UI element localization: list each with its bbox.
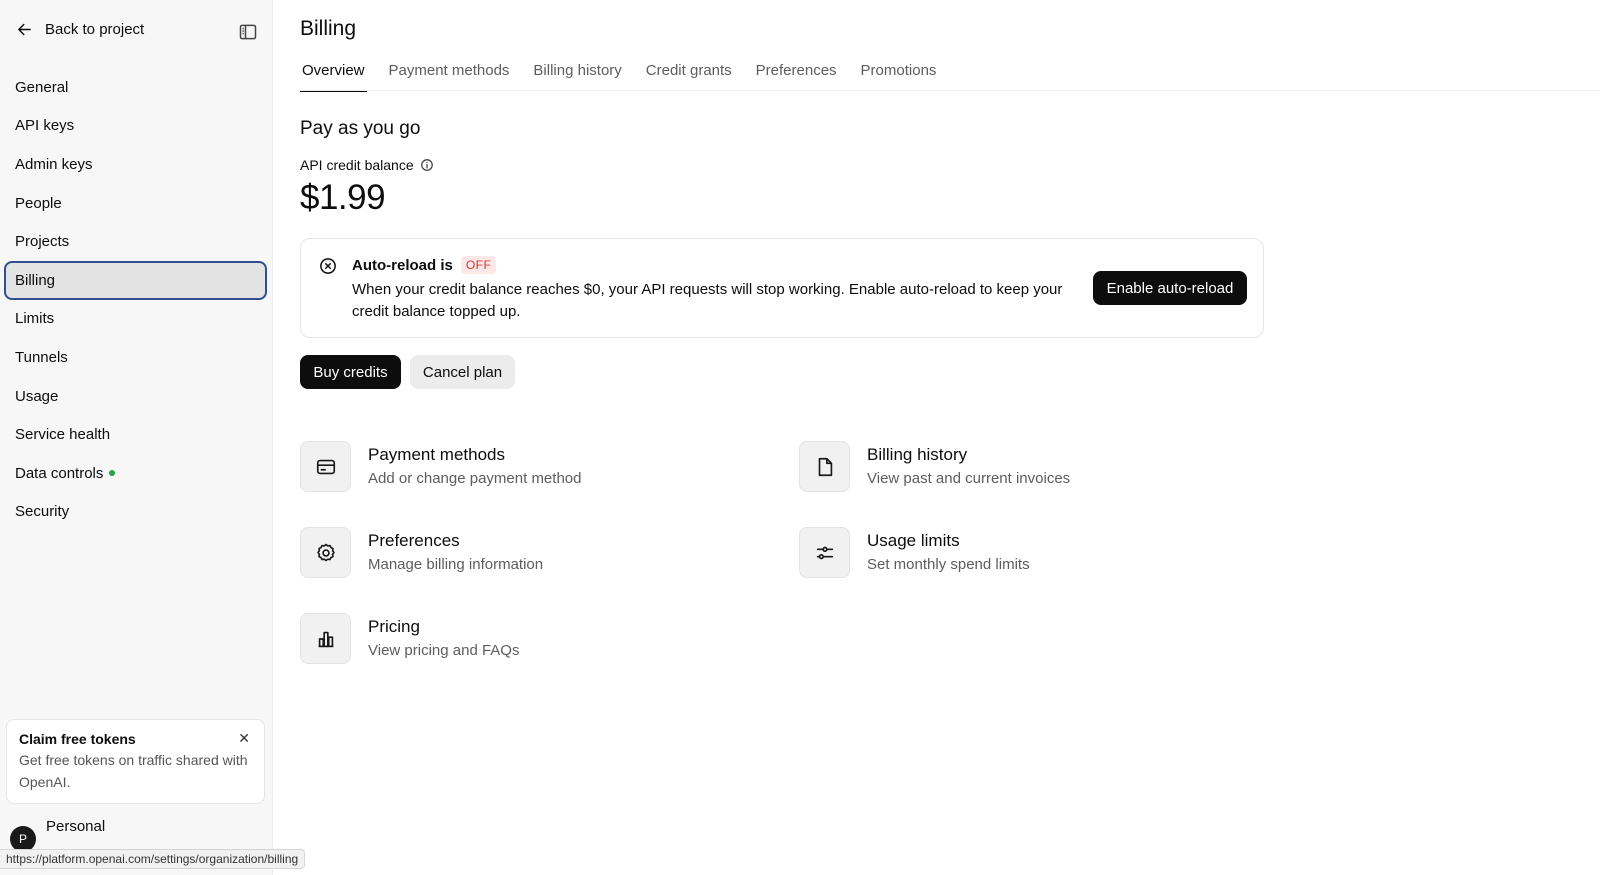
info-icon[interactable] bbox=[420, 158, 434, 172]
sidebar-item-billing[interactable]: Billing bbox=[4, 260, 267, 300]
arrow-left-icon bbox=[18, 23, 31, 36]
tab-payment-methods[interactable]: Payment methods bbox=[387, 62, 512, 92]
sidebar-item-label: API keys bbox=[15, 117, 75, 135]
card-icon-box bbox=[300, 527, 351, 578]
page-title: Billing bbox=[300, 17, 357, 40]
sidebar-item-security[interactable]: Security bbox=[4, 493, 267, 532]
sidebar-item-label: General bbox=[15, 78, 69, 96]
card-payment-methods[interactable]: Payment methods Add or change payment me… bbox=[300, 441, 581, 492]
sidebar-item-label: Tunnels bbox=[15, 348, 68, 366]
sidebar-item-data-controls[interactable]: Data controls bbox=[4, 454, 267, 493]
tab-overview[interactable]: Overview bbox=[300, 62, 367, 92]
card-desc: Manage billing information bbox=[368, 556, 544, 573]
back-to-project-link[interactable]: Back to project bbox=[16, 21, 144, 38]
sidebar-item-label: People bbox=[15, 194, 62, 212]
card-desc: Add or change payment method bbox=[368, 470, 582, 487]
tab-billing-history[interactable]: Billing history bbox=[531, 62, 623, 92]
org-switcher[interactable]: P Personal bbox=[10, 818, 105, 852]
alert-title: Auto-reload is OFF bbox=[352, 256, 497, 274]
alert-text: When your credit balance reaches $0, you… bbox=[352, 281, 1063, 320]
section-title: Pay as you go bbox=[300, 118, 421, 139]
sidebar-item-label: Usage bbox=[15, 387, 59, 405]
balance-label-text: API credit balance bbox=[300, 157, 414, 173]
sidebar-item-label: Admin keys bbox=[15, 155, 93, 173]
claim-tokens-card[interactable]: Claim free tokens Get free tokens on tra… bbox=[6, 719, 265, 804]
promo-title: Claim free tokens bbox=[19, 731, 136, 747]
status-dot-icon bbox=[109, 470, 116, 477]
back-label: Back to project bbox=[45, 21, 145, 38]
promo-text: Get free tokens on traffic shared with O… bbox=[19, 752, 248, 790]
alert-title-text: Auto-reload is bbox=[352, 256, 453, 274]
credit-balance-value: $1.99 bbox=[300, 178, 386, 217]
credit-card-icon bbox=[316, 459, 335, 474]
sidebar-item-label: Service health bbox=[15, 426, 111, 444]
sidebar-item-limits[interactable]: Limits bbox=[4, 300, 267, 339]
card-desc: View pricing and FAQs bbox=[368, 642, 520, 659]
tab-divider bbox=[300, 90, 1600, 91]
sidebar-item-projects[interactable]: Projects bbox=[4, 222, 267, 261]
card-title: Preferences bbox=[368, 531, 460, 550]
balance-label: API credit balance bbox=[300, 157, 434, 173]
auto-reload-alert: Auto-reload is OFF When your credit bala… bbox=[300, 238, 1264, 338]
sidebar-item-people[interactable]: People bbox=[4, 184, 267, 223]
card-usage-limits[interactable]: Usage limits Set monthly spend limits bbox=[799, 527, 1030, 578]
org-name: Personal bbox=[46, 818, 106, 835]
card-icon-box bbox=[799, 527, 850, 578]
cancel-plan-button[interactable]: Cancel plan bbox=[410, 355, 515, 389]
tab-preferences[interactable]: Preferences bbox=[754, 62, 839, 92]
sidebar-item-label: Data controls bbox=[15, 464, 104, 482]
card-title: Usage limits bbox=[867, 531, 960, 550]
link-status-bar: https://platform.openai.com/settings/org… bbox=[0, 849, 306, 869]
sidebar-item-service-health[interactable]: Service health bbox=[4, 415, 267, 454]
card-billing-history[interactable]: Billing history View past and current in… bbox=[799, 441, 1070, 492]
card-desc: View past and current invoices bbox=[867, 470, 1071, 487]
sidebar-item-tunnels[interactable]: Tunnels bbox=[4, 338, 267, 377]
sidebar-item-label: Security bbox=[15, 503, 70, 521]
close-icon[interactable]: ✕ bbox=[238, 730, 250, 747]
sidebar-item-label: Projects bbox=[15, 233, 70, 251]
sidebar-item-usage[interactable]: Usage bbox=[4, 377, 267, 416]
sidebar-toggle-icon[interactable] bbox=[238, 22, 258, 42]
tab-promotions[interactable]: Promotions bbox=[859, 62, 939, 92]
card-title: Pricing bbox=[368, 617, 420, 636]
card-icon-box bbox=[799, 441, 850, 492]
card-preferences[interactable]: Preferences Manage billing information bbox=[300, 527, 543, 578]
sidebar-item-admin-keys[interactable]: Admin keys bbox=[4, 145, 267, 184]
card-title: Payment methods bbox=[368, 445, 506, 464]
card-icon-box bbox=[300, 613, 351, 664]
tab-bar: Overview Payment methods Billing history… bbox=[300, 62, 938, 92]
sidebar-item-api-keys[interactable]: API keys bbox=[4, 107, 267, 146]
enable-auto-reload-button[interactable]: Enable auto-reload bbox=[1093, 271, 1247, 305]
sliders-icon bbox=[816, 546, 833, 559]
sidebar: Back to project General API keys Admin k… bbox=[0, 0, 273, 875]
document-icon bbox=[818, 457, 832, 476]
buy-credits-button[interactable]: Buy credits bbox=[300, 355, 401, 389]
sidebar-item-general[interactable]: General bbox=[4, 68, 267, 107]
card-pricing[interactable]: Pricing View pricing and FAQs bbox=[300, 613, 519, 664]
tab-credit-grants[interactable]: Credit grants bbox=[644, 62, 734, 92]
sidebar-item-label: Limits bbox=[15, 310, 55, 328]
card-desc: Set monthly spend limits bbox=[867, 556, 1030, 573]
settings-nav: General API keys Admin keys People Proje… bbox=[4, 68, 267, 531]
card-icon-box bbox=[300, 441, 351, 492]
x-circle-icon bbox=[320, 258, 336, 274]
status-badge: OFF bbox=[460, 256, 497, 274]
sidebar-item-label: Billing bbox=[15, 271, 56, 289]
card-title: Billing history bbox=[867, 445, 968, 464]
gear-icon bbox=[316, 543, 335, 561]
bar-chart-icon bbox=[318, 631, 333, 647]
